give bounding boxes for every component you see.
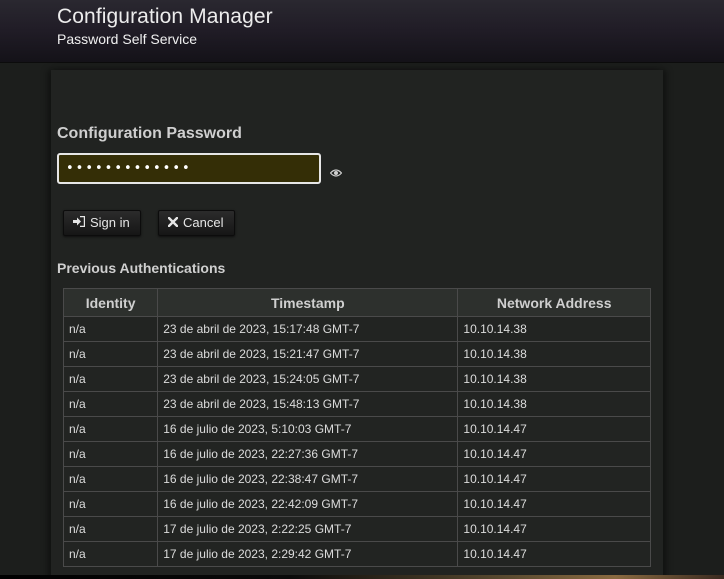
identity-cell: n/a [62,491,159,517]
identity-cell: n/a [62,416,159,442]
network-address-cell: 10.10.14.47 [457,466,651,492]
column-header-network-address: Network Address [457,288,651,317]
sign-in-label: Sign in [90,215,130,230]
network-address-cell: 10.10.14.47 [457,491,651,517]
network-address-cell: 10.10.14.47 [457,516,651,542]
column-header-timestamp: Timestamp [157,288,459,317]
network-address-cell: 10.10.14.38 [457,316,651,342]
bottom-edge [0,575,724,579]
network-address-cell: 10.10.14.38 [457,391,651,417]
timestamp-cell: 23 de abril de 2023, 15:17:48 GMT-7 [157,316,459,342]
timestamp-cell: 17 de julio de 2023, 2:29:42 GMT-7 [157,541,459,567]
password-field[interactable]: ••••••••••••• [57,153,321,184]
config-password-heading: Configuration Password [57,125,242,142]
identity-cell: n/a [62,516,159,542]
column-header-identity: Identity [62,288,159,317]
table-row: n/a 17 de julio de 2023, 2:22:25 GMT-7 10.… [62,516,651,542]
timestamp-cell: 23 de abril de 2023, 15:48:13 GMT-7 [157,391,459,417]
app-subtitle: Password Self Service [57,31,198,47]
cancel-label: Cancel [183,215,224,230]
cancel-button[interactable]: Cancel [158,210,235,236]
close-icon [167,211,179,235]
table-row: n/a 16 de julio de 2023, 22:42:09 GMT-7 10… [62,491,651,517]
network-address-cell: 10.10.14.47 [457,441,651,467]
timestamp-cell: 16 de julio de 2023, 22:27:36 GMT-7 [157,441,459,467]
table-row: n/a 16 de julio de 2023, 22:38:47 GMT-7 10… [62,466,651,492]
network-address-cell: 10.10.14.47 [457,541,651,567]
table-header-row: Identity Timestamp Network Address [62,288,651,317]
app-title: Configuration Manager [57,5,273,28]
timestamp-cell: 16 de julio de 2023, 22:38:47 GMT-7 [157,466,459,492]
identity-cell: n/a [62,541,159,567]
identity-cell: n/a [62,366,159,392]
authentications-table: Identity Timestamp Network Address n/a 23… [62,288,651,567]
identity-cell: n/a [62,441,159,467]
identity-cell: n/a [62,341,159,367]
identity-cell: n/a [62,391,159,417]
table-row: n/a 23 de abril de 2023, 15:21:47 GMT-7 10… [62,341,651,367]
timestamp-cell: 16 de julio de 2023, 5:10:03 GMT-7 [157,416,459,442]
table-row: n/a 23 de abril de 2023, 15:17:48 GMT-7 10… [62,316,651,342]
sign-in-icon [73,211,86,235]
network-address-cell: 10.10.14.38 [457,366,651,392]
eye-icon[interactable] [329,165,343,177]
network-address-cell: 10.10.14.38 [457,341,651,367]
timestamp-cell: 23 de abril de 2023, 15:24:05 GMT-7 [157,366,459,392]
network-address-cell: 10.10.14.47 [457,416,651,442]
table-row: n/a 16 de julio de 2023, 5:10:03 GMT-7 10.… [62,416,651,442]
identity-cell: n/a [62,466,159,492]
timestamp-cell: 23 de abril de 2023, 15:21:47 GMT-7 [157,341,459,367]
timestamp-cell: 17 de julio de 2023, 2:22:25 GMT-7 [157,516,459,542]
table-row: n/a 23 de abril de 2023, 15:48:13 GMT-7 10… [62,391,651,417]
timestamp-cell: 16 de julio de 2023, 22:42:09 GMT-7 [157,491,459,517]
table-row: n/a 23 de abril de 2023, 15:24:05 GMT-7 10… [62,366,651,392]
sign-in-button[interactable]: Sign in [63,210,141,236]
table-row: n/a 17 de julio de 2023, 2:29:42 GMT-7 10.… [62,541,651,567]
app-header: Configuration Manager Password Self Serv… [0,0,724,63]
table-row: n/a 16 de julio de 2023, 22:27:36 GMT-7 10… [62,441,651,467]
identity-cell: n/a [62,316,159,342]
previous-authentications-heading: Previous Authentications [57,260,226,276]
